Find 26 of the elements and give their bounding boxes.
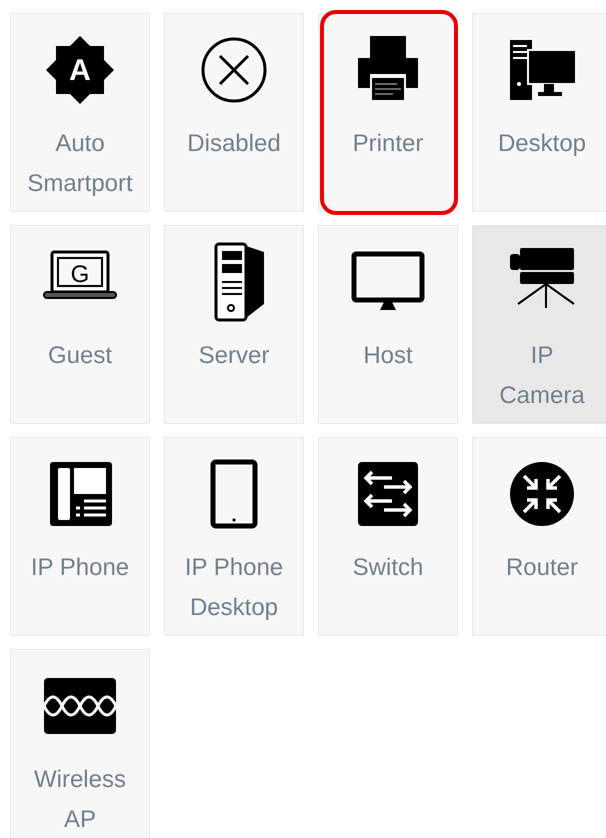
device-type-tile[interactable]: Printer xyxy=(318,13,458,212)
device-type-tile[interactable]: Desktop xyxy=(472,13,606,212)
device-type-tile[interactable]: Server xyxy=(164,225,304,424)
device-type-label: Switch xyxy=(352,553,424,583)
device-type-label: Server xyxy=(198,341,270,371)
device-type-label: Router xyxy=(504,553,580,583)
device-type-label: Auto Smartport xyxy=(26,129,134,199)
device-type-label: Host xyxy=(362,341,414,371)
device-type-label: Wireless AP xyxy=(32,765,127,835)
device-type-label: IP Phone xyxy=(30,553,130,583)
device-type-tile[interactable]: Host xyxy=(318,225,458,424)
device-type-label: Guest xyxy=(46,341,114,371)
device-type-tile[interactable]: G Guest xyxy=(10,225,150,424)
device-type-label: Printer xyxy=(352,129,424,159)
device-type-label: Disabled xyxy=(186,129,282,159)
device-type-label: Desktop xyxy=(496,129,588,159)
device-type-tile[interactable]: IP Phone xyxy=(10,437,150,636)
device-type-label: IP Phone Desktop xyxy=(184,553,284,623)
device-type-label: IP Camera xyxy=(498,341,586,411)
device-type-tile[interactable]: Wireless AP xyxy=(10,649,150,838)
device-type-tile[interactable]: Router xyxy=(472,437,606,636)
device-type-tile[interactable]: IP Phone Desktop xyxy=(164,437,304,636)
device-type-tile[interactable]: IP Camera xyxy=(472,225,606,424)
device-type-tile[interactable]: Switch xyxy=(318,437,458,636)
device-type-tile[interactable]: Disabled xyxy=(164,13,304,212)
device-type-tile[interactable]: A Auto Smartport xyxy=(10,13,150,212)
